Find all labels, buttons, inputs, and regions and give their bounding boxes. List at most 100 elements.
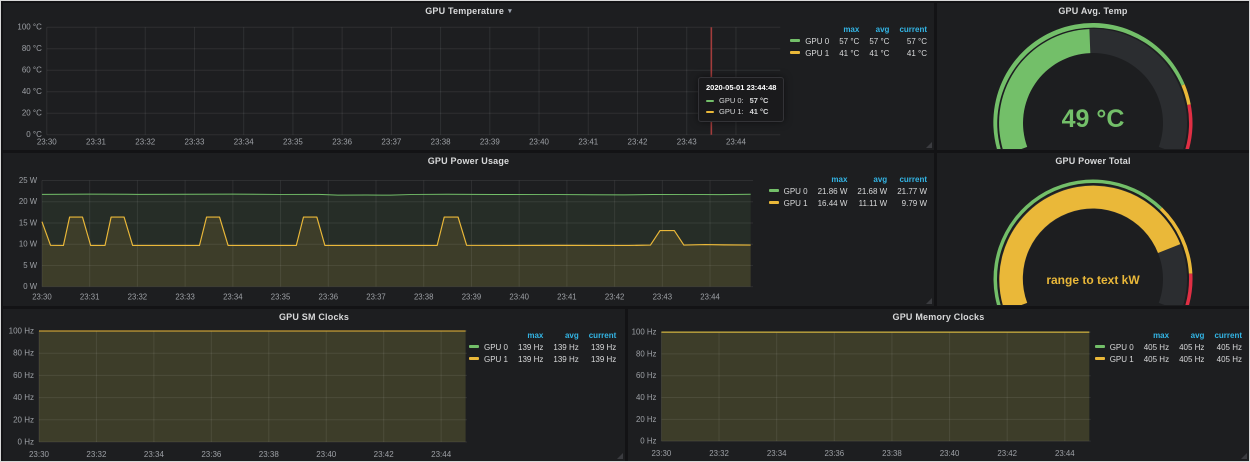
svg-text:20 °C: 20 °C bbox=[22, 109, 42, 118]
legend-row: GPU 141 °C41 °C41 °C bbox=[790, 47, 927, 59]
legend-series-name[interactable]: GPU 0 bbox=[469, 341, 508, 353]
grafana-dashboard: GPU Temperature ▾ 0 °C20 °C40 °C60 °C80 … bbox=[0, 0, 1250, 462]
series-color-dash bbox=[706, 111, 714, 113]
svg-text:23:39: 23:39 bbox=[462, 292, 481, 301]
panel-title-text: GPU Power Total bbox=[1055, 156, 1130, 166]
svg-text:23:42: 23:42 bbox=[374, 450, 395, 459]
svg-text:60 Hz: 60 Hz bbox=[13, 371, 34, 380]
panel-gpu-temperature: GPU Temperature ▾ 0 °C20 °C40 °C60 °C80 … bbox=[3, 3, 934, 150]
svg-text:23:42: 23:42 bbox=[628, 138, 648, 147]
legend-header[interactable]: max bbox=[508, 330, 543, 341]
legend-value: 21.86 W bbox=[808, 185, 848, 197]
gauge-value: 49 °C bbox=[937, 105, 1249, 134]
sm-clocks-graph[interactable]: 0 Hz20 Hz40 Hz60 Hz80 Hz100 Hz23:3023:32… bbox=[3, 325, 469, 461]
legend-series-name[interactable]: GPU 0 bbox=[1095, 341, 1134, 353]
legend-value: 21.68 W bbox=[847, 185, 887, 197]
gauge-value: range to text kW bbox=[937, 273, 1249, 287]
panel-resize-handle[interactable] bbox=[926, 298, 932, 304]
legend-header[interactable]: current bbox=[887, 174, 927, 185]
panel-title-gpu-avg-temp[interactable]: GPU Avg. Temp bbox=[937, 3, 1249, 19]
legend-value: 16.44 W bbox=[808, 197, 848, 209]
series-color-dash bbox=[469, 357, 479, 360]
svg-text:23:43: 23:43 bbox=[653, 292, 672, 301]
legend-series-name[interactable]: GPU 1 bbox=[469, 353, 508, 365]
legend-value: 57 °C bbox=[829, 35, 859, 47]
graph-tooltip: 2020-05-01 23:44:48 GPU 0:57 °C GPU 1:41… bbox=[698, 77, 784, 122]
temperature-graph[interactable]: 0 °C20 °C40 °C60 °C80 °C100 °C23:3023:31… bbox=[3, 19, 790, 149]
legend-row: GPU 1405 Hz405 Hz405 Hz bbox=[1095, 353, 1242, 365]
legend-value: 139 Hz bbox=[543, 341, 578, 353]
svg-text:0 Hz: 0 Hz bbox=[18, 438, 34, 447]
legend-header[interactable]: avg bbox=[859, 24, 889, 35]
svg-text:23:36: 23:36 bbox=[201, 450, 222, 459]
svg-text:40 Hz: 40 Hz bbox=[13, 393, 34, 402]
svg-text:23:42: 23:42 bbox=[997, 449, 1017, 458]
tooltip-row: GPU 1:41 °C bbox=[706, 106, 776, 117]
panel-title-gpu-temperature[interactable]: GPU Temperature ▾ bbox=[3, 3, 934, 19]
svg-text:23:44: 23:44 bbox=[700, 292, 720, 301]
svg-text:10 W: 10 W bbox=[19, 240, 38, 249]
legend-header[interactable]: avg bbox=[543, 330, 578, 341]
series-color-dash bbox=[790, 51, 800, 54]
panel-title-text: GPU Temperature bbox=[425, 6, 504, 16]
legend-row: GPU 1139 Hz139 Hz139 Hz bbox=[469, 353, 616, 365]
svg-text:20 W: 20 W bbox=[19, 197, 38, 206]
svg-text:23:34: 23:34 bbox=[223, 292, 243, 301]
legend-row: GPU 021.86 W21.68 W21.77 W bbox=[769, 185, 927, 197]
panel-title-gpu-memory-clocks[interactable]: GPU Memory Clocks bbox=[628, 309, 1249, 325]
legend-series-name[interactable]: GPU 1 bbox=[769, 197, 808, 209]
svg-text:23:32: 23:32 bbox=[709, 449, 729, 458]
svg-text:23:35: 23:35 bbox=[271, 292, 290, 301]
legend-value: 21.77 W bbox=[887, 185, 927, 197]
tooltip-series-value: 41 °C bbox=[750, 107, 769, 116]
svg-text:40 Hz: 40 Hz bbox=[636, 393, 657, 402]
series-color-dash bbox=[769, 201, 779, 204]
svg-text:23:38: 23:38 bbox=[882, 449, 902, 458]
panel-resize-handle[interactable] bbox=[1241, 453, 1247, 459]
svg-text:23:30: 23:30 bbox=[29, 450, 50, 459]
svg-text:23:41: 23:41 bbox=[578, 138, 598, 147]
chevron-down-icon: ▾ bbox=[508, 7, 512, 15]
svg-text:80 °C: 80 °C bbox=[22, 44, 42, 53]
series-color-dash bbox=[769, 189, 779, 192]
svg-text:23:35: 23:35 bbox=[283, 138, 303, 147]
legend-series-name[interactable]: GPU 0 bbox=[769, 185, 808, 197]
legend-value: 57 °C bbox=[889, 35, 927, 47]
legend-header[interactable]: max bbox=[808, 174, 848, 185]
legend-series-name[interactable]: GPU 1 bbox=[1095, 353, 1134, 365]
legend-value: 139 Hz bbox=[508, 341, 543, 353]
svg-text:23:32: 23:32 bbox=[128, 292, 147, 301]
svg-text:23:44: 23:44 bbox=[726, 138, 746, 147]
legend-header[interactable]: max bbox=[1134, 330, 1169, 341]
svg-text:23:34: 23:34 bbox=[767, 449, 787, 458]
legend-series-name[interactable]: GPU 0 bbox=[790, 35, 829, 47]
sm-clocks-legend: maxavgcurrentGPU 0139 Hz139 Hz139 HzGPU … bbox=[469, 325, 623, 365]
panel-title-gpu-sm-clocks[interactable]: GPU SM Clocks bbox=[3, 309, 625, 325]
legend-value: 139 Hz bbox=[579, 353, 617, 365]
panel-title-gpu-power-usage[interactable]: GPU Power Usage bbox=[3, 153, 934, 169]
svg-text:80 Hz: 80 Hz bbox=[636, 349, 657, 358]
svg-text:23:33: 23:33 bbox=[175, 292, 194, 301]
legend-header[interactable]: max bbox=[829, 24, 859, 35]
svg-text:23:36: 23:36 bbox=[824, 449, 844, 458]
legend-header[interactable]: current bbox=[579, 330, 617, 341]
legend-series-name[interactable]: GPU 1 bbox=[790, 47, 829, 59]
legend-header[interactable]: current bbox=[889, 24, 927, 35]
memory-clocks-graph[interactable]: 0 Hz20 Hz40 Hz60 Hz80 Hz100 Hz23:3023:32… bbox=[628, 325, 1095, 461]
panel-resize-handle[interactable] bbox=[617, 453, 623, 459]
legend-value: 139 Hz bbox=[579, 341, 617, 353]
svg-text:23:36: 23:36 bbox=[332, 138, 352, 147]
panel-resize-handle[interactable] bbox=[926, 142, 932, 148]
legend-header-spacer bbox=[769, 174, 808, 185]
svg-text:5 W: 5 W bbox=[23, 261, 37, 270]
svg-text:20 Hz: 20 Hz bbox=[13, 415, 34, 424]
power-usage-graph[interactable]: 0 W5 W10 W15 W20 W25 W23:3023:3123:3223:… bbox=[3, 169, 769, 305]
svg-text:23:37: 23:37 bbox=[366, 292, 385, 301]
temperature-legend: maxavgcurrentGPU 057 °C57 °C57 °CGPU 141… bbox=[790, 19, 934, 59]
legend-header[interactable]: current bbox=[1204, 330, 1242, 341]
legend-header[interactable]: avg bbox=[847, 174, 887, 185]
legend-header-spacer bbox=[790, 24, 829, 35]
legend-header[interactable]: avg bbox=[1169, 330, 1204, 341]
panel-title-gpu-power-total[interactable]: GPU Power Total bbox=[937, 153, 1249, 169]
svg-text:23:38: 23:38 bbox=[414, 292, 433, 301]
